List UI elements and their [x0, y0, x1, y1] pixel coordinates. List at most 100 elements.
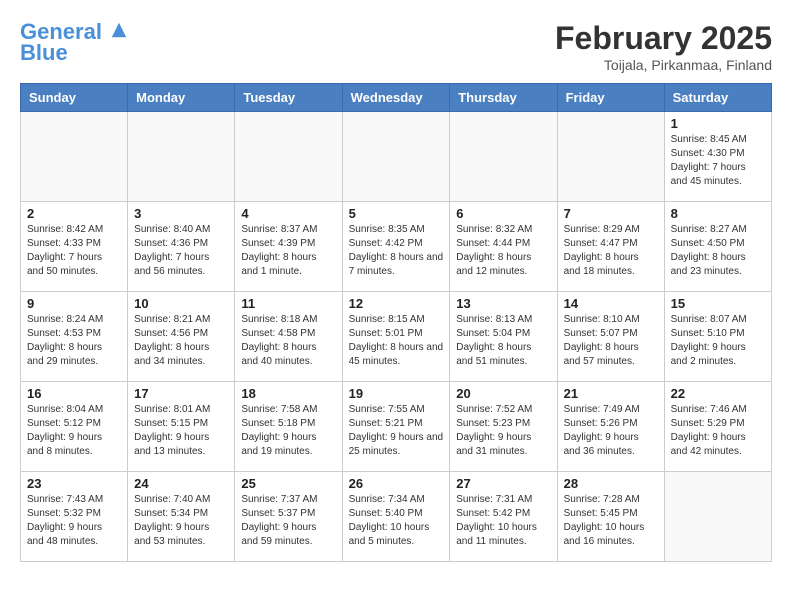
day-number: 26 [349, 476, 444, 491]
col-wednesday: Wednesday [342, 84, 450, 112]
day-info: Sunrise: 7:28 AM Sunset: 5:45 PM Dayligh… [564, 493, 658, 549]
day-info: Sunrise: 7:52 AM Sunset: 5:23 PM Dayligh… [456, 403, 550, 459]
day-info: Sunrise: 8:29 AM Sunset: 4:47 PM Dayligh… [564, 223, 658, 279]
day-info: Sunrise: 7:31 AM Sunset: 5:42 PM Dayligh… [456, 493, 550, 549]
day-cell [21, 112, 128, 202]
day-cell: 28 Sunrise: 7:28 AM Sunset: 5:45 PM Dayli… [557, 472, 664, 562]
day-cell: 22 Sunrise: 7:46 AM Sunset: 5:29 PM Dayli… [664, 382, 771, 472]
day-info: Sunrise: 7:34 AM Sunset: 5:40 PM Dayligh… [349, 493, 444, 549]
week-row-3: 9 Sunrise: 8:24 AM Sunset: 4:53 PM Daylig… [21, 292, 772, 382]
day-number: 10 [134, 296, 228, 311]
day-cell: 7Sunrise: 8:29 AM Sunset: 4:47 PM Daylig… [557, 202, 664, 292]
day-cell: 10 Sunrise: 8:21 AM Sunset: 4:56 PM Dayli… [128, 292, 235, 382]
day-number: 19 [349, 386, 444, 401]
day-info: Sunrise: 8:42 AM Sunset: 4:33 PM Dayligh… [27, 223, 121, 279]
day-number: 21 [564, 386, 658, 401]
day-cell: 13 Sunrise: 8:13 AM Sunset: 5:04 PM Dayli… [450, 292, 557, 382]
day-number: 8 [671, 206, 765, 221]
logo-icon [110, 21, 128, 39]
day-info: Sunrise: 8:37 AM Sunset: 4:39 PM Dayligh… [241, 223, 335, 279]
day-info: Sunrise: 8:13 AM Sunset: 5:04 PM Dayligh… [456, 313, 550, 369]
day-number: 3 [134, 206, 228, 221]
day-cell: 6 Sunrise: 8:32 AM Sunset: 4:44 PM Daylig… [450, 202, 557, 292]
day-info: Sunrise: 7:43 AM Sunset: 5:32 PM Dayligh… [27, 493, 121, 549]
day-cell: 9 Sunrise: 8:24 AM Sunset: 4:53 PM Daylig… [21, 292, 128, 382]
day-cell: 16 Sunrise: 8:04 AM Sunset: 5:12 PM Dayli… [21, 382, 128, 472]
day-cell: 17Sunrise: 8:01 AM Sunset: 5:15 PM Dayli… [128, 382, 235, 472]
day-info: Sunrise: 8:27 AM Sunset: 4:50 PM Dayligh… [671, 223, 765, 279]
day-info: Sunrise: 7:58 AM Sunset: 5:18 PM Dayligh… [241, 403, 335, 459]
day-info: Sunrise: 8:21 AM Sunset: 4:56 PM Dayligh… [134, 313, 228, 369]
day-number: 14 [564, 296, 658, 311]
week-row-1: 1Sunrise: 8:45 AM Sunset: 4:30 PM Daylig… [21, 112, 772, 202]
location-subtitle: Toijala, Pirkanmaa, Finland [555, 57, 772, 73]
day-cell: 18 Sunrise: 7:58 AM Sunset: 5:18 PM Dayli… [235, 382, 342, 472]
day-cell: 26 Sunrise: 7:34 AM Sunset: 5:40 PM Dayli… [342, 472, 450, 562]
day-number: 1 [671, 116, 765, 131]
day-cell: 8 Sunrise: 8:27 AM Sunset: 4:50 PM Daylig… [664, 202, 771, 292]
day-info: Sunrise: 7:37 AM Sunset: 5:37 PM Dayligh… [241, 493, 335, 549]
day-info: Sunrise: 8:35 AM Sunset: 4:42 PM Dayligh… [349, 223, 444, 279]
page-header: General Blue February 2025 Toijala, Pirk… [20, 20, 772, 73]
day-number: 23 [27, 476, 121, 491]
day-number: 20 [456, 386, 550, 401]
day-cell: 1Sunrise: 8:45 AM Sunset: 4:30 PM Daylig… [664, 112, 771, 202]
week-row-2: 2 Sunrise: 8:42 AM Sunset: 4:33 PM Daylig… [21, 202, 772, 292]
day-info: Sunrise: 7:46 AM Sunset: 5:29 PM Dayligh… [671, 403, 765, 459]
day-info: Sunrise: 7:40 AM Sunset: 5:34 PM Dayligh… [134, 493, 228, 549]
day-info: Sunrise: 8:40 AM Sunset: 4:36 PM Dayligh… [134, 223, 228, 279]
day-number: 16 [27, 386, 121, 401]
day-info: Sunrise: 8:24 AM Sunset: 4:53 PM Dayligh… [27, 313, 121, 369]
col-friday: Friday [557, 84, 664, 112]
day-number: 25 [241, 476, 335, 491]
col-thursday: Thursday [450, 84, 557, 112]
day-number: 24 [134, 476, 228, 491]
day-number: 2 [27, 206, 121, 221]
day-cell: 19 Sunrise: 7:55 AM Sunset: 5:21 PM Dayli… [342, 382, 450, 472]
day-number: 6 [456, 206, 550, 221]
day-cell: 20 Sunrise: 7:52 AM Sunset: 5:23 PM Dayli… [450, 382, 557, 472]
day-cell: 11 Sunrise: 8:18 AM Sunset: 4:58 PM Dayli… [235, 292, 342, 382]
day-cell [342, 112, 450, 202]
day-number: 15 [671, 296, 765, 311]
day-info: Sunrise: 7:49 AM Sunset: 5:26 PM Dayligh… [564, 403, 658, 459]
day-cell: 4Sunrise: 8:37 AM Sunset: 4:39 PM Daylig… [235, 202, 342, 292]
day-cell: 21 Sunrise: 7:49 AM Sunset: 5:26 PM Dayli… [557, 382, 664, 472]
day-info: Sunrise: 8:32 AM Sunset: 4:44 PM Dayligh… [456, 223, 550, 279]
day-number: 27 [456, 476, 550, 491]
calendar-header-row: Sunday Monday Tuesday Wednesday Thursday… [21, 84, 772, 112]
day-cell: 12 Sunrise: 8:15 AM Sunset: 5:01 PM Dayli… [342, 292, 450, 382]
col-saturday: Saturday [664, 84, 771, 112]
day-cell: 14Sunrise: 8:10 AM Sunset: 5:07 PM Dayli… [557, 292, 664, 382]
day-info: Sunrise: 8:18 AM Sunset: 4:58 PM Dayligh… [241, 313, 335, 369]
col-tuesday: Tuesday [235, 84, 342, 112]
day-number: 5 [349, 206, 444, 221]
day-cell [557, 112, 664, 202]
day-number: 17 [134, 386, 228, 401]
month-title: February 2025 [555, 20, 772, 57]
calendar-table: Sunday Monday Tuesday Wednesday Thursday… [20, 83, 772, 562]
day-cell [450, 112, 557, 202]
day-cell: 24 Sunrise: 7:40 AM Sunset: 5:34 PM Dayli… [128, 472, 235, 562]
day-info: Sunrise: 8:04 AM Sunset: 5:12 PM Dayligh… [27, 403, 121, 459]
title-block: February 2025 Toijala, Pirkanmaa, Finlan… [555, 20, 772, 73]
day-cell [128, 112, 235, 202]
day-info: Sunrise: 7:55 AM Sunset: 5:21 PM Dayligh… [349, 403, 444, 459]
day-number: 28 [564, 476, 658, 491]
col-monday: Monday [128, 84, 235, 112]
logo: General Blue [20, 20, 128, 66]
week-row-5: 23 Sunrise: 7:43 AM Sunset: 5:32 PM Dayli… [21, 472, 772, 562]
week-row-4: 16 Sunrise: 8:04 AM Sunset: 5:12 PM Dayli… [21, 382, 772, 472]
day-number: 22 [671, 386, 765, 401]
day-cell: 25 Sunrise: 7:37 AM Sunset: 5:37 PM Dayli… [235, 472, 342, 562]
day-cell: 5 Sunrise: 8:35 AM Sunset: 4:42 PM Daylig… [342, 202, 450, 292]
day-number: 12 [349, 296, 444, 311]
day-number: 9 [27, 296, 121, 311]
day-number: 11 [241, 296, 335, 311]
day-cell [664, 472, 771, 562]
day-number: 18 [241, 386, 335, 401]
day-info: Sunrise: 8:07 AM Sunset: 5:10 PM Dayligh… [671, 313, 765, 369]
day-number: 13 [456, 296, 550, 311]
day-info: Sunrise: 8:15 AM Sunset: 5:01 PM Dayligh… [349, 313, 444, 369]
day-cell: 3 Sunrise: 8:40 AM Sunset: 4:36 PM Daylig… [128, 202, 235, 292]
